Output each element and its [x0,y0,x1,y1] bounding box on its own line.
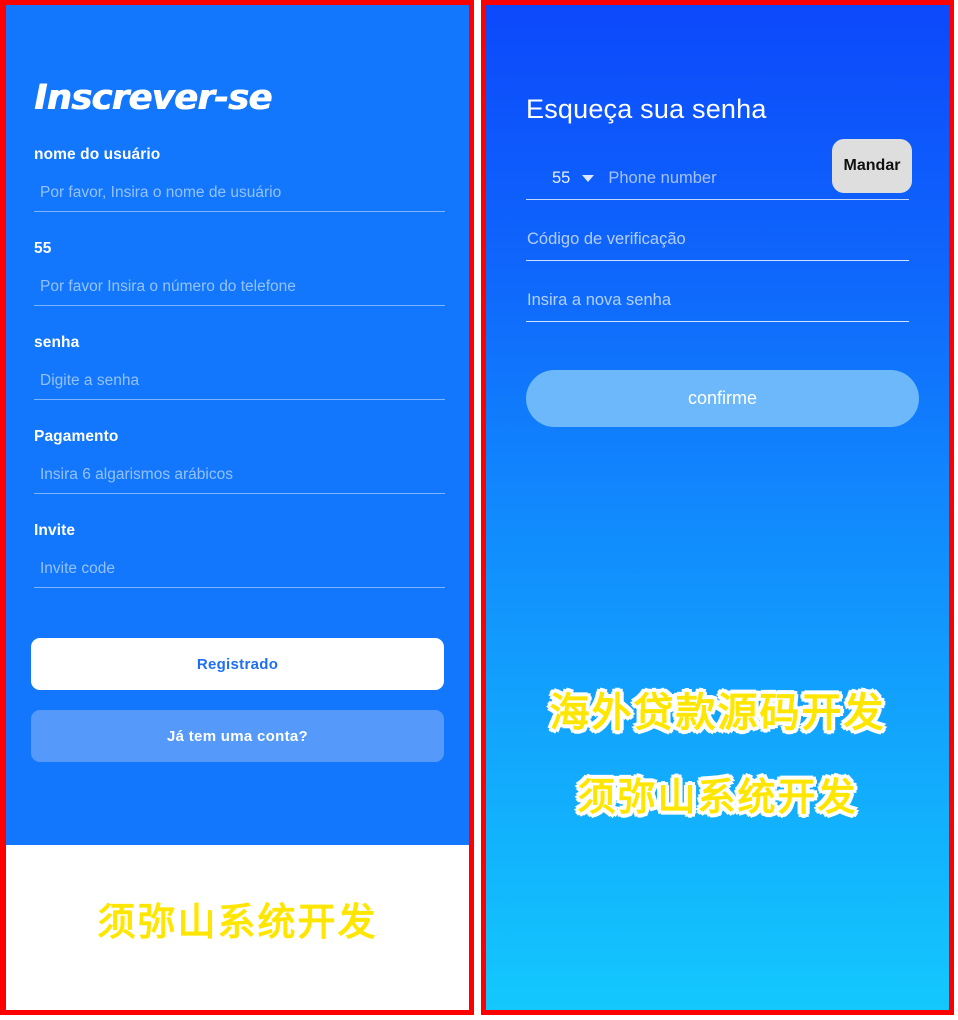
watermark-text: 须弥山系统开发 [96,899,378,945]
field-phone: 55 [30,240,445,306]
register-button[interactable]: Registrado [31,638,444,690]
forgot-password-watermark-area: 海外贷款源码开发 须弥山系统开发 [486,680,949,821]
field-label-invite: Invite [34,522,76,539]
password-input[interactable] [34,372,445,400]
page-title: Inscrever-se [34,78,272,118]
page-title-forgot-password: Esqueça sua senha [526,94,767,124]
forgot-password-screen: Esqueça sua senha 55 Mandar confirme 海外贷… [486,5,949,1010]
field-payment: Pagamento [30,428,445,494]
new-password-input[interactable] [526,291,909,322]
field-label-payment: Pagamento [34,428,119,445]
country-code-value[interactable]: 55 [526,169,570,188]
watermark-text-1: 海外贷款源码开发 [549,689,886,737]
signup-frame: Inscrever-se nome do usuário 55 senha Pa… [0,0,474,1015]
forgot-password-frame: Esqueça sua senha 55 Mandar confirme 海外贷… [481,0,954,1015]
payment-input[interactable] [34,466,445,494]
have-account-button[interactable]: Já tem uma conta? [31,710,444,762]
watermark-text-2: 须弥山系统开发 [576,774,858,820]
signup-watermark-area: 须弥山系统开发 [6,845,469,1010]
field-label-username: nome do usuário [34,146,161,163]
screenshot-root: Inscrever-se nome do usuário 55 senha Pa… [0,0,958,1020]
watermark-line: 须弥山系统开发 [486,766,949,821]
field-label-country-code: 55 [34,240,52,257]
field-password: senha [30,334,445,400]
field-label-password: senha [34,334,80,351]
phone-input[interactable] [34,278,445,306]
username-input[interactable] [34,184,445,212]
watermark-line: 海外贷款源码开发 [486,680,949,738]
verification-code-input[interactable] [526,230,909,261]
invite-code-input[interactable] [34,560,445,588]
field-username: nome do usuário [30,146,445,212]
send-code-button[interactable]: Mandar [832,139,912,193]
confirm-button[interactable]: confirme [526,370,919,427]
field-invite: Invite [30,522,445,588]
phone-row: 55 Mandar [526,139,912,200]
signup-screen: Inscrever-se nome do usuário 55 senha Pa… [6,5,469,845]
chevron-down-icon[interactable] [582,175,595,182]
